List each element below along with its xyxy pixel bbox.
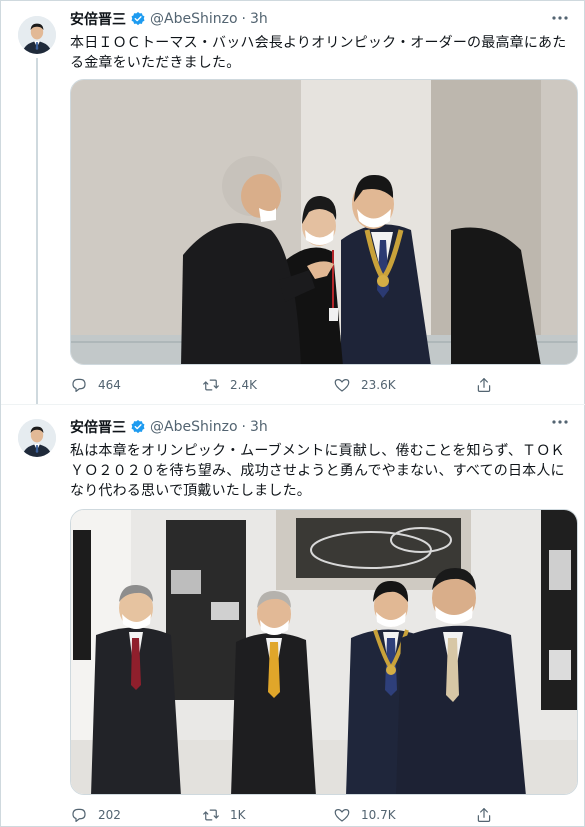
share-button[interactable]	[475, 805, 503, 825]
separator-dot: ·	[241, 11, 246, 27]
retweet-icon	[203, 379, 219, 391]
reply-button[interactable]: 464	[70, 375, 121, 395]
share-button[interactable]	[475, 375, 503, 395]
share-icon	[477, 808, 491, 822]
tweet-timestamp[interactable]: 3h	[250, 419, 268, 435]
tweet-header: 安倍晋三 @AbeShinzo · 3h	[70, 9, 268, 29]
tweet-actions: 202 1K 10.7K	[70, 805, 491, 825]
like-count: 23.6K	[361, 378, 396, 392]
tweet-text: 本日ＩＯＣトーマス・バッハ会長よりオリンピック・オーダーの最高章にあたる金章をい…	[70, 35, 567, 71]
thread-line	[36, 58, 38, 404]
tweet-photo[interactable]	[70, 509, 578, 795]
avatar[interactable]	[18, 419, 56, 457]
verified-badge-icon	[131, 12, 145, 26]
retweet-count: 1K	[230, 808, 246, 822]
reply-count: 464	[98, 378, 121, 392]
avatar[interactable]	[18, 16, 56, 54]
more-icon[interactable]	[550, 415, 570, 429]
retweet-button[interactable]: 1K	[202, 805, 246, 825]
retweet-icon	[203, 809, 219, 821]
reply-icon	[72, 808, 86, 822]
author-handle[interactable]: @AbeShinzo	[150, 419, 238, 435]
author-name[interactable]: 安倍晋三	[70, 9, 126, 29]
reply-icon	[72, 378, 86, 392]
tweet-actions: 464 2.4K 23.6K	[70, 375, 491, 395]
verified-badge-icon	[131, 420, 145, 434]
tweet-1[interactable]: 安倍晋三 @AbeShinzo · 3h 本日ＩＯＣトーマス・バッハ会長よりオリ…	[1, 1, 585, 404]
tweet-timestamp[interactable]: 3h	[250, 11, 268, 27]
like-button[interactable]: 10.7K	[333, 805, 396, 825]
tweet-2[interactable]: 安倍晋三 @AbeShinzo · 3h 私は本章をオリンピック・ムーブメントに…	[1, 404, 585, 827]
tweet-header: 安倍晋三 @AbeShinzo · 3h	[70, 417, 268, 437]
share-icon	[477, 378, 491, 392]
author-name[interactable]: 安倍晋三	[70, 417, 126, 437]
tweet-text: 私は本章をオリンピック・ムーブメントに貢献し、倦むことを知らず、ＴＯＫＹＯ２０２…	[70, 443, 565, 499]
like-icon	[334, 809, 350, 822]
more-icon[interactable]	[550, 11, 570, 25]
author-handle[interactable]: @AbeShinzo	[150, 11, 238, 27]
retweet-count: 2.4K	[230, 378, 257, 392]
like-count: 10.7K	[361, 808, 396, 822]
reply-count: 202	[98, 808, 121, 822]
retweet-button[interactable]: 2.4K	[202, 375, 257, 395]
like-icon	[334, 379, 350, 392]
reply-button[interactable]: 202	[70, 805, 121, 825]
separator-dot: ·	[241, 419, 246, 435]
timeline: 安倍晋三 @AbeShinzo · 3h 本日ＩＯＣトーマス・バッハ会長よりオリ…	[0, 0, 585, 827]
like-button[interactable]: 23.6K	[333, 375, 396, 395]
tweet-photo[interactable]	[70, 79, 578, 365]
